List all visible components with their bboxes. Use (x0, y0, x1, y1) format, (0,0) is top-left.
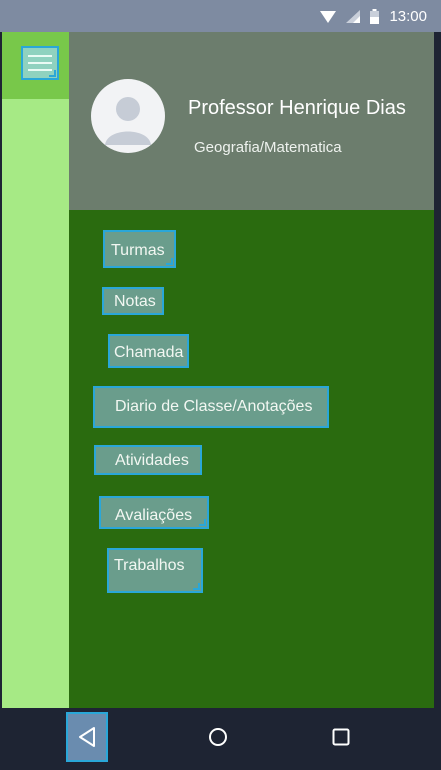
signal-icon (346, 9, 361, 23)
menu-item-label: Notas (114, 293, 156, 310)
hamburger-menu-button[interactable] (21, 46, 59, 80)
menu-item-label: Trabalhos (114, 557, 185, 574)
back-button[interactable] (66, 712, 108, 762)
recent-apps-icon[interactable] (332, 728, 350, 746)
status-icons: 13:00 (320, 0, 427, 32)
hamburger-menu-icon (28, 55, 52, 57)
left-strip (2, 32, 69, 708)
status-bar: 13:00 (0, 0, 441, 32)
menu-item-label: Avaliações (115, 507, 193, 524)
back-icon (79, 727, 95, 747)
home-icon[interactable] (208, 727, 228, 747)
status-time: 13:00 (389, 7, 427, 25)
menu-item-atividades[interactable]: Atividades (94, 445, 202, 475)
avatar-icon (91, 79, 165, 153)
menu-item-diario-de-classe[interactable]: Diario de Classe/Anotações (93, 386, 329, 428)
menu-item-chamada[interactable]: Chamada (108, 334, 189, 368)
drawer-screen: Professor Henrique Dias Geografia/Matema… (2, 32, 434, 708)
drawer-header: Professor Henrique Dias Geografia/Matema… (69, 32, 434, 210)
menu-item-label: Diario de Classe/Anotações (115, 398, 313, 415)
menu-item-label: Atividades (115, 452, 189, 469)
wifi-icon (320, 10, 337, 23)
toolbar (2, 32, 69, 99)
navigation-bar (0, 708, 441, 770)
professor-subjects: Geografia/Matematica (194, 139, 342, 156)
menu-item-label: Chamada (114, 344, 184, 361)
menu-item-notas[interactable]: Notas (102, 287, 164, 315)
menu-item-avaliacoes[interactable]: Avaliações (99, 496, 209, 529)
menu-item-turmas[interactable]: Turmas (103, 230, 176, 268)
professor-name: Professor Henrique Dias (188, 97, 406, 119)
battery-icon (370, 8, 380, 24)
menu-item-label: Turmas (111, 242, 165, 259)
menu-item-trabalhos[interactable]: Trabalhos (107, 548, 203, 593)
